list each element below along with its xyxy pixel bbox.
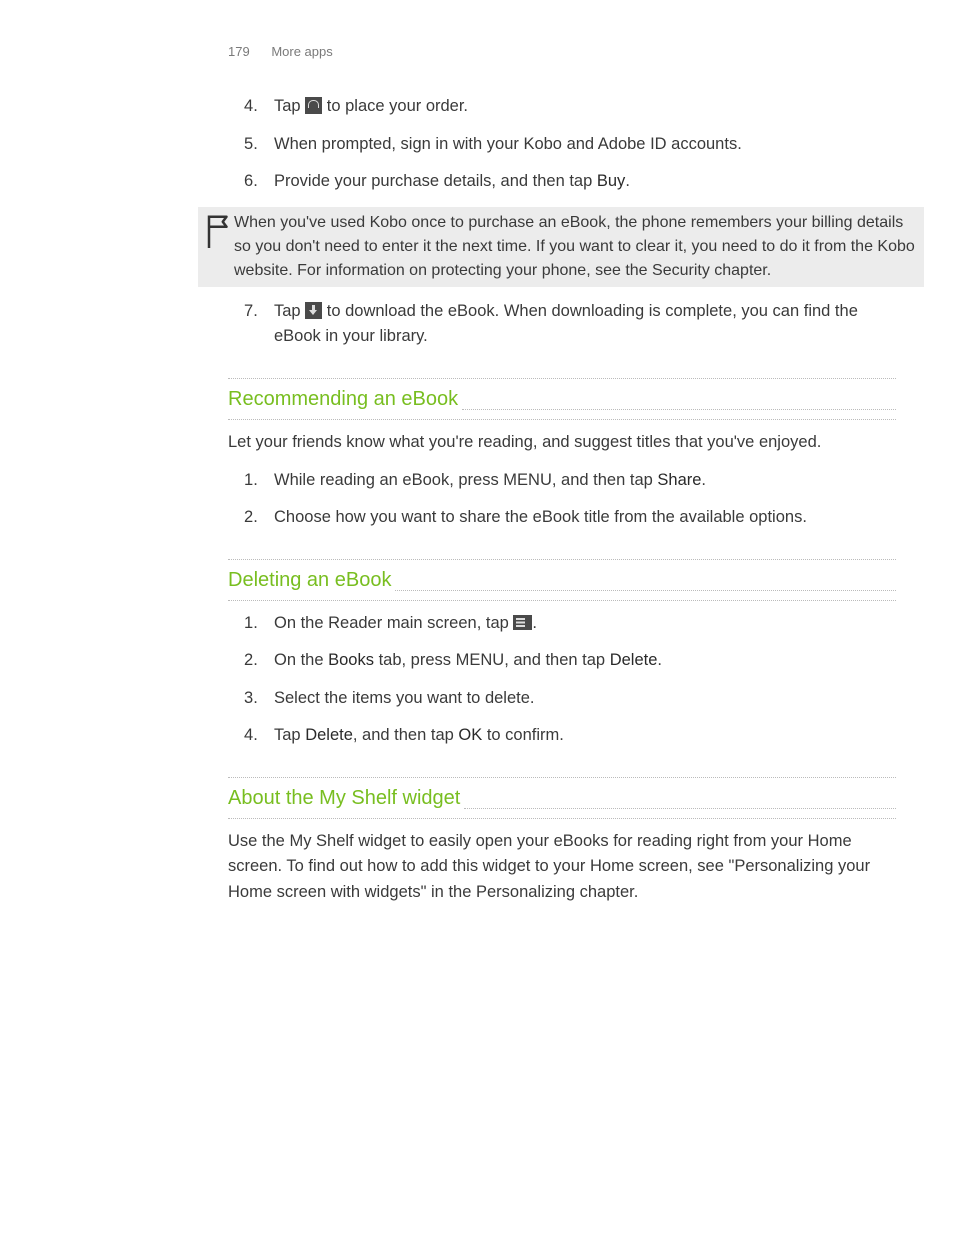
note-text: When you've used Kobo once to purchase a… [234, 211, 916, 283]
order-steps-after-note: Tap to download the eBook. When download… [228, 299, 896, 350]
page-header: 179 More apps [30, 42, 924, 62]
del-step-1: On the Reader main screen, tap . [274, 611, 896, 637]
del-step-2: On the Books tab, press MENU, and then t… [274, 648, 896, 674]
list-icon [513, 615, 532, 630]
step-7: Tap to download the eBook. When download… [274, 299, 896, 350]
myshelf-body: Use the My Shelf widget to easily open y… [228, 829, 896, 906]
recommending-steps: While reading an eBook, press MENU, and … [228, 468, 896, 531]
order-steps-continued: Tap to place your order. When prompted, … [228, 94, 896, 195]
del-step-3: Select the items you want to delete. [274, 686, 896, 712]
download-icon [305, 302, 322, 319]
deleting-steps: On the Reader main screen, tap . On the … [228, 611, 896, 749]
section-name: More apps [271, 44, 332, 59]
section-title: Recommending an eBook [228, 384, 462, 415]
step-6: Provide your purchase details, and then … [274, 169, 896, 195]
step-5: When prompted, sign in with your Kobo an… [274, 132, 896, 158]
recommending-intro: Let your friends know what you're readin… [228, 430, 896, 456]
shop-icon [305, 97, 322, 114]
page-content: Tap to place your order. When prompted, … [30, 94, 924, 905]
section-recommending: Recommending an eBook [228, 378, 896, 420]
section-myshelf: About the My Shelf widget [228, 777, 896, 819]
del-step-4: Tap Delete, and then tap OK to confirm. [274, 723, 896, 749]
rec-step-2: Choose how you want to share the eBook t… [274, 505, 896, 531]
page-number: 179 [228, 44, 250, 59]
rec-step-1: While reading an eBook, press MENU, and … [274, 468, 896, 494]
section-title: About the My Shelf widget [228, 783, 464, 814]
flag-icon [204, 211, 234, 262]
section-title: Deleting an eBook [228, 565, 395, 596]
step-4: Tap to place your order. [274, 94, 896, 120]
note-box: When you've used Kobo once to purchase a… [198, 207, 924, 287]
section-deleting: Deleting an eBook [228, 559, 896, 601]
